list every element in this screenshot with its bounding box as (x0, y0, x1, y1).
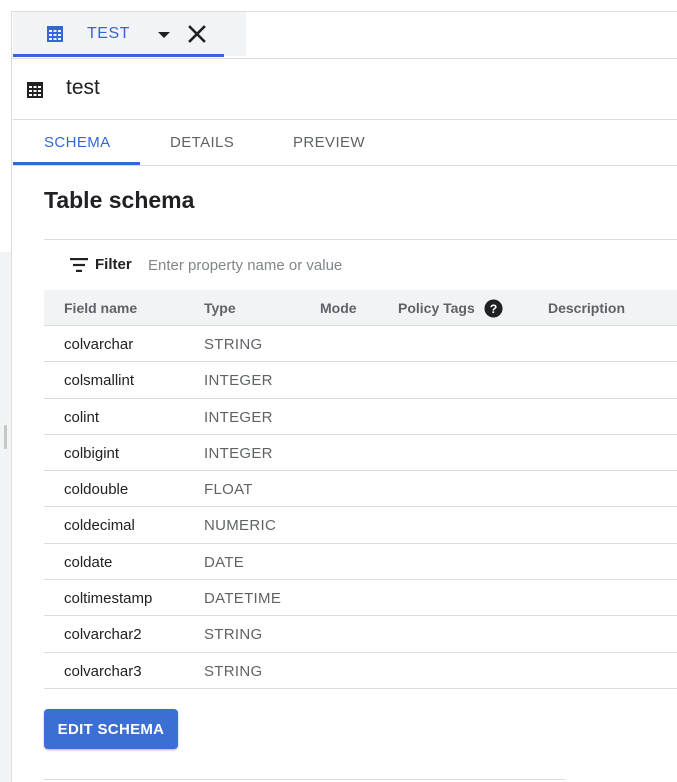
left-panel-background (0, 252, 11, 782)
filter-label[interactable]: Filter (95, 256, 132, 273)
field-type-cell: INTEGER (204, 444, 273, 462)
table-row[interactable]: coldate DATE (44, 544, 677, 581)
table-row[interactable]: coldouble FLOAT (44, 471, 677, 508)
field-type-cell: INTEGER (204, 372, 273, 390)
field-type-cell: DATETIME (204, 590, 282, 608)
field-type-cell: NUMERIC (204, 517, 277, 535)
column-header-policy-tags[interactable]: Policy Tags (398, 300, 475, 316)
section-title: Table schema (44, 187, 195, 213)
schema-table: Field name Type Mode Policy Tags ? Descr… (44, 290, 677, 689)
filter-list-icon[interactable] (70, 258, 88, 272)
field-name-cell: colvarchar (64, 336, 134, 353)
field-name-cell: coldate (64, 553, 113, 571)
column-header-field-name[interactable]: Field name (64, 300, 137, 316)
field-type-cell: INTEGER (204, 408, 273, 426)
field-type-cell: STRING (204, 626, 263, 644)
filter-bar: Filter (44, 239, 677, 290)
table-header-row: Field name Type Mode Policy Tags ? Descr… (44, 290, 677, 326)
field-name-cell: colbigint (64, 444, 120, 462)
field-name-cell: coltimestamp (64, 590, 153, 608)
table-row[interactable]: colvarchar3 STRING (44, 653, 677, 689)
sub-tab-bar: SCHEMA DETAILS PREVIEW (13, 120, 677, 166)
close-icon[interactable] (186, 23, 208, 45)
table-row[interactable]: coltimestamp DATETIME (44, 580, 677, 617)
tab-preview[interactable]: PREVIEW (293, 134, 365, 151)
subtab-active-indicator (13, 162, 140, 165)
table-grid-icon (27, 82, 43, 98)
field-name-cell: coldecimal (64, 517, 135, 535)
column-header-mode[interactable]: Mode (320, 300, 357, 316)
bottom-divider (44, 779, 565, 780)
table-row[interactable]: colvarchar2 STRING (44, 616, 677, 653)
field-type-cell: STRING (204, 662, 263, 680)
tab-active-indicator (13, 54, 224, 57)
table-header: test (13, 59, 677, 120)
table-row[interactable]: colbigint INTEGER (44, 435, 677, 472)
column-header-type[interactable]: Type (204, 300, 236, 316)
table-row[interactable]: colsmallint INTEGER (44, 362, 677, 399)
tab-test[interactable]: TEST (13, 12, 246, 57)
field-name-cell: colvarchar3 (64, 662, 142, 680)
column-header-description[interactable]: Description (548, 300, 625, 316)
tab-bar: TEST (13, 12, 677, 59)
page-title: test (66, 76, 100, 99)
svg-text:?: ? (490, 302, 498, 316)
left-panel-rail (0, 11, 12, 782)
arrow-drop-down-icon[interactable] (154, 25, 174, 43)
table-body: colvarchar STRING colsmallint INTEGER colint… (44, 326, 677, 689)
tab-details[interactable]: DETAILS (170, 134, 234, 151)
help-icon[interactable]: ? (484, 299, 503, 318)
field-name-cell: colint (64, 408, 100, 426)
table-row[interactable]: coldecimal NUMERIC (44, 507, 677, 544)
field-name-cell: colvarchar2 (64, 626, 142, 644)
table-row[interactable]: colvarchar STRING (44, 326, 677, 363)
field-type-cell: STRING (204, 336, 263, 353)
tab-schema[interactable]: SCHEMA (44, 134, 111, 151)
filter-input[interactable] (148, 253, 448, 277)
edit-schema-button[interactable]: EDIT SCHEMA (44, 709, 178, 749)
field-type-cell: DATE (204, 553, 245, 571)
table-grid-icon (47, 26, 63, 42)
field-name-cell: coldouble (64, 481, 129, 499)
field-type-cell: FLOAT (204, 481, 253, 499)
table-row[interactable]: colint INTEGER (44, 399, 677, 435)
tab-label[interactable]: TEST (87, 25, 130, 43)
field-name-cell: colsmallint (64, 372, 135, 390)
resize-handle[interactable] (4, 425, 7, 449)
